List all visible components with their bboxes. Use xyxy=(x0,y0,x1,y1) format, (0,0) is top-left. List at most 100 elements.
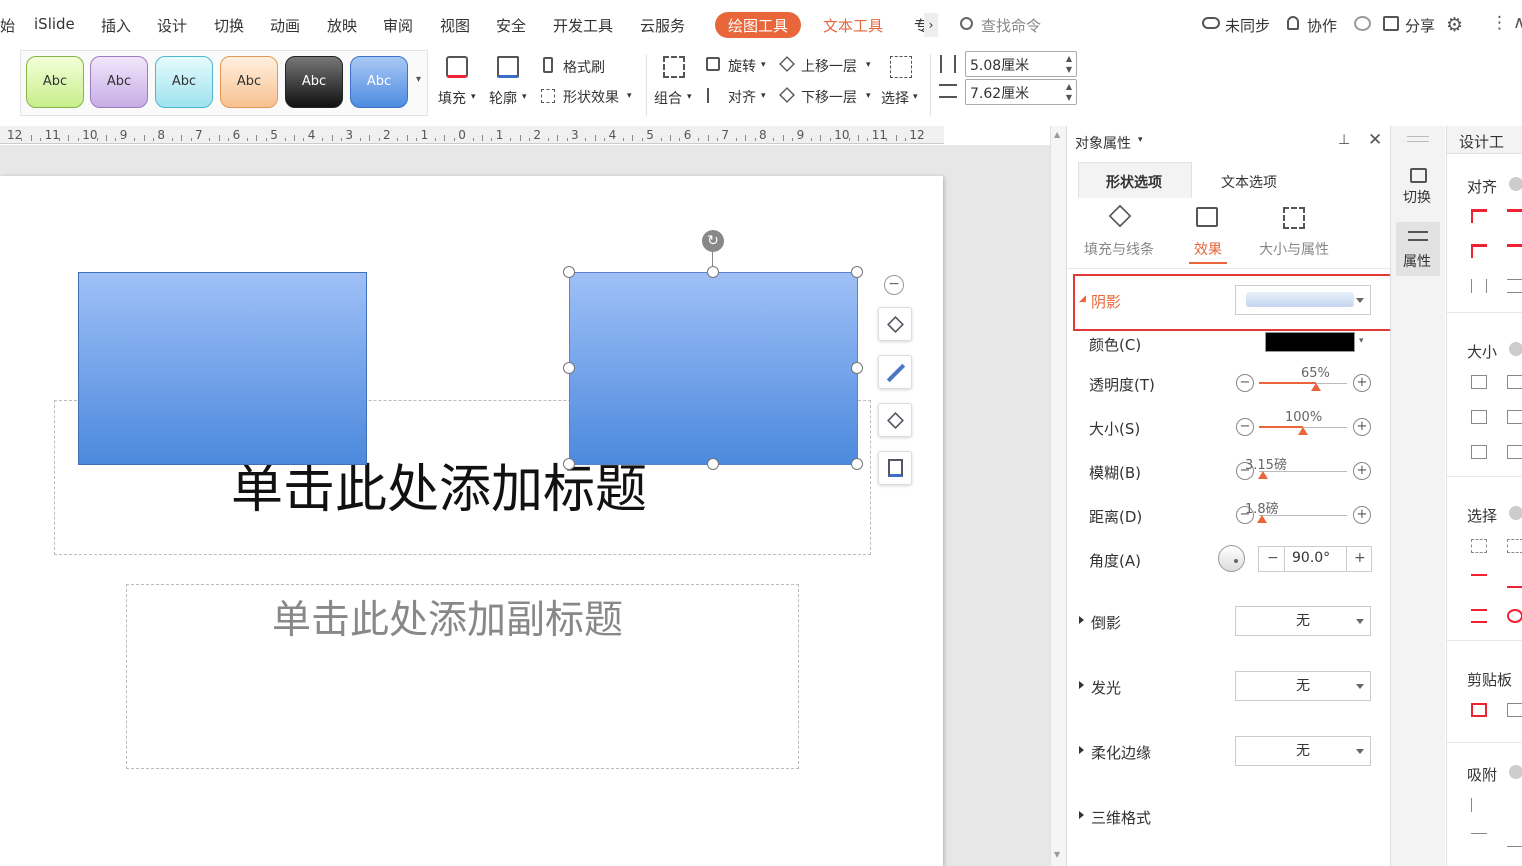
select-hidden-icon[interactable] xyxy=(1507,609,1522,623)
style-green[interactable]: Abc xyxy=(26,56,84,108)
snap-left-icon[interactable] xyxy=(1471,798,1487,812)
select-button[interactable]: 选择 xyxy=(881,88,909,108)
menu-islide[interactable]: iSlide xyxy=(34,15,75,33)
fill-float-icon[interactable] xyxy=(878,403,912,437)
select-icon[interactable] xyxy=(890,56,912,78)
angle-stepper[interactable]: − 90.0° + xyxy=(1258,546,1372,572)
scroll-down-icon[interactable]: ▼ xyxy=(1054,850,1060,859)
shape-effect-button[interactable]: 形状效果 xyxy=(563,87,619,107)
scroll-up-icon[interactable]: ▲ xyxy=(1054,130,1060,139)
tab-fill-line[interactable]: 填充与线条 xyxy=(1084,239,1154,259)
snap-bottom-icon[interactable] xyxy=(1507,833,1522,847)
effect-icon[interactable] xyxy=(1196,207,1218,227)
chevron-down-icon[interactable]: ▾ xyxy=(866,91,871,101)
more-icon[interactable]: ⋮ xyxy=(1491,13,1508,33)
send-backward-button[interactable]: 下移一层 xyxy=(801,87,857,107)
chevron-down-icon[interactable]: ▾ xyxy=(1138,135,1143,145)
collab-button[interactable]: 协作 xyxy=(1307,15,1337,36)
spinner-icon[interactable]: ▲ ▼ xyxy=(1066,81,1072,103)
transparency-thumb[interactable] xyxy=(1311,383,1322,391)
fit-size-icon[interactable] xyxy=(1507,410,1522,424)
chevron-down-icon[interactable]: ▾ xyxy=(627,91,632,101)
reflection-dropdown[interactable]: 无 xyxy=(1235,606,1371,636)
share-button[interactable]: 分享 xyxy=(1405,15,1435,36)
menu-start[interactable]: 始 xyxy=(0,15,15,36)
size-bottom-icon[interactable] xyxy=(1507,445,1522,459)
layers-icon[interactable] xyxy=(878,307,912,341)
collapse-float-icon[interactable]: − xyxy=(884,275,904,295)
subtitle-placeholder[interactable]: 单击此处添加副标题 xyxy=(126,584,799,769)
sync-status[interactable]: 未同步 xyxy=(1225,15,1270,36)
properties-button[interactable]: 属性 xyxy=(1396,222,1440,276)
menu-security[interactable]: 安全 xyxy=(496,15,526,36)
tab-shape-options[interactable]: 形状选项 xyxy=(1078,162,1192,198)
resize-handle[interactable] xyxy=(851,362,863,374)
reflection-label[interactable]: 倒影 xyxy=(1091,612,1121,633)
chevron-down-icon[interactable]: ▾ xyxy=(471,92,476,102)
fill-line-icon[interactable] xyxy=(1108,204,1132,228)
menu-more[interactable]: 专 xyxy=(914,15,924,36)
soft-edges-label[interactable]: 柔化边缘 xyxy=(1091,742,1151,763)
menu-animation[interactable]: 动画 xyxy=(270,15,300,36)
group-button[interactable]: 组合 xyxy=(654,88,682,108)
resize-handle[interactable] xyxy=(707,266,719,278)
same-height-icon[interactable] xyxy=(1507,375,1522,389)
info-icon[interactable] xyxy=(1509,342,1522,356)
panel-title[interactable]: 对象属性 xyxy=(1075,133,1131,153)
style-blue[interactable]: Abc xyxy=(350,56,408,108)
gear-icon[interactable]: ⚙ xyxy=(1446,14,1463,36)
info-icon[interactable] xyxy=(1509,765,1522,779)
spinner-icon[interactable]: ▲ ▼ xyxy=(1066,53,1072,75)
transparency-plus[interactable]: + xyxy=(1353,374,1371,392)
gallery-more-icon[interactable]: ▾ xyxy=(416,74,421,85)
chevron-down-icon[interactable]: ▾ xyxy=(687,92,692,102)
collapse-icon[interactable]: ∧ xyxy=(1513,13,1522,33)
align-top-icon[interactable] xyxy=(1471,244,1487,258)
outline-float-icon[interactable] xyxy=(878,451,912,485)
collapsed-arrow-icon[interactable] xyxy=(1079,616,1084,624)
pin-icon[interactable]: ⊥ xyxy=(1338,132,1350,148)
chevron-down-icon[interactable]: ▾ xyxy=(761,60,766,70)
menu-review[interactable]: 审阅 xyxy=(383,15,413,36)
style-black[interactable]: Abc xyxy=(285,56,343,108)
tab-text-tools[interactable]: 文本工具 xyxy=(823,15,883,36)
select-all-icon[interactable] xyxy=(1507,539,1522,553)
select-middle-icon[interactable] xyxy=(1471,609,1487,623)
size-thumb[interactable] xyxy=(1298,427,1308,435)
angle-minus[interactable]: − xyxy=(1267,550,1279,566)
chevron-down-icon[interactable]: ▾ xyxy=(761,91,766,101)
blur-plus[interactable]: + xyxy=(1353,462,1371,480)
outline-icon[interactable] xyxy=(497,56,519,78)
resize-handle[interactable] xyxy=(851,458,863,470)
align-button[interactable]: 对齐 xyxy=(728,87,756,107)
align-left-icon[interactable] xyxy=(1471,209,1487,223)
chevron-down-icon[interactable]: ▾ xyxy=(913,92,918,102)
tab-size-properties[interactable]: 大小与属性 xyxy=(1259,239,1329,259)
snap-top-icon[interactable] xyxy=(1471,833,1487,847)
bring-forward-button[interactable]: 上移一层 xyxy=(801,56,857,76)
resize-handle[interactable] xyxy=(707,458,719,470)
style-orange[interactable]: Abc xyxy=(220,56,278,108)
collapsed-arrow-icon[interactable] xyxy=(1079,681,1084,689)
same-size-icon[interactable] xyxy=(1471,410,1487,424)
angle-dial[interactable] xyxy=(1218,545,1245,572)
same-width-icon[interactable] xyxy=(1471,375,1487,389)
menu-developer[interactable]: 开发工具 xyxy=(553,15,613,36)
shadow-color-swatch[interactable] xyxy=(1265,332,1355,352)
distribute-vertical-icon[interactable] xyxy=(1507,279,1522,293)
pen-icon[interactable] xyxy=(878,355,912,389)
distribute-horizontal-icon[interactable] xyxy=(1471,279,1487,293)
size-property-icon[interactable] xyxy=(1283,207,1305,229)
menu-transition[interactable]: 切换 xyxy=(214,15,244,36)
chevron-down-icon[interactable]: ▾ xyxy=(522,92,527,102)
align-center-icon[interactable] xyxy=(1507,209,1522,223)
size-minus[interactable]: − xyxy=(1236,418,1254,436)
align-middle-icon[interactable] xyxy=(1507,244,1522,258)
width-input[interactable]: 7.62厘米 ▲ ▼ xyxy=(965,79,1077,105)
rotate-handle-icon[interactable]: ↻ xyxy=(702,230,724,252)
shadow-label[interactable]: 阴影 xyxy=(1091,291,1121,312)
menu-design[interactable]: 设计 xyxy=(157,15,187,36)
fill-button[interactable]: 填充 xyxy=(438,88,466,108)
snap-right-icon[interactable] xyxy=(1507,798,1522,812)
outline-button[interactable]: 轮廓 xyxy=(489,88,517,108)
